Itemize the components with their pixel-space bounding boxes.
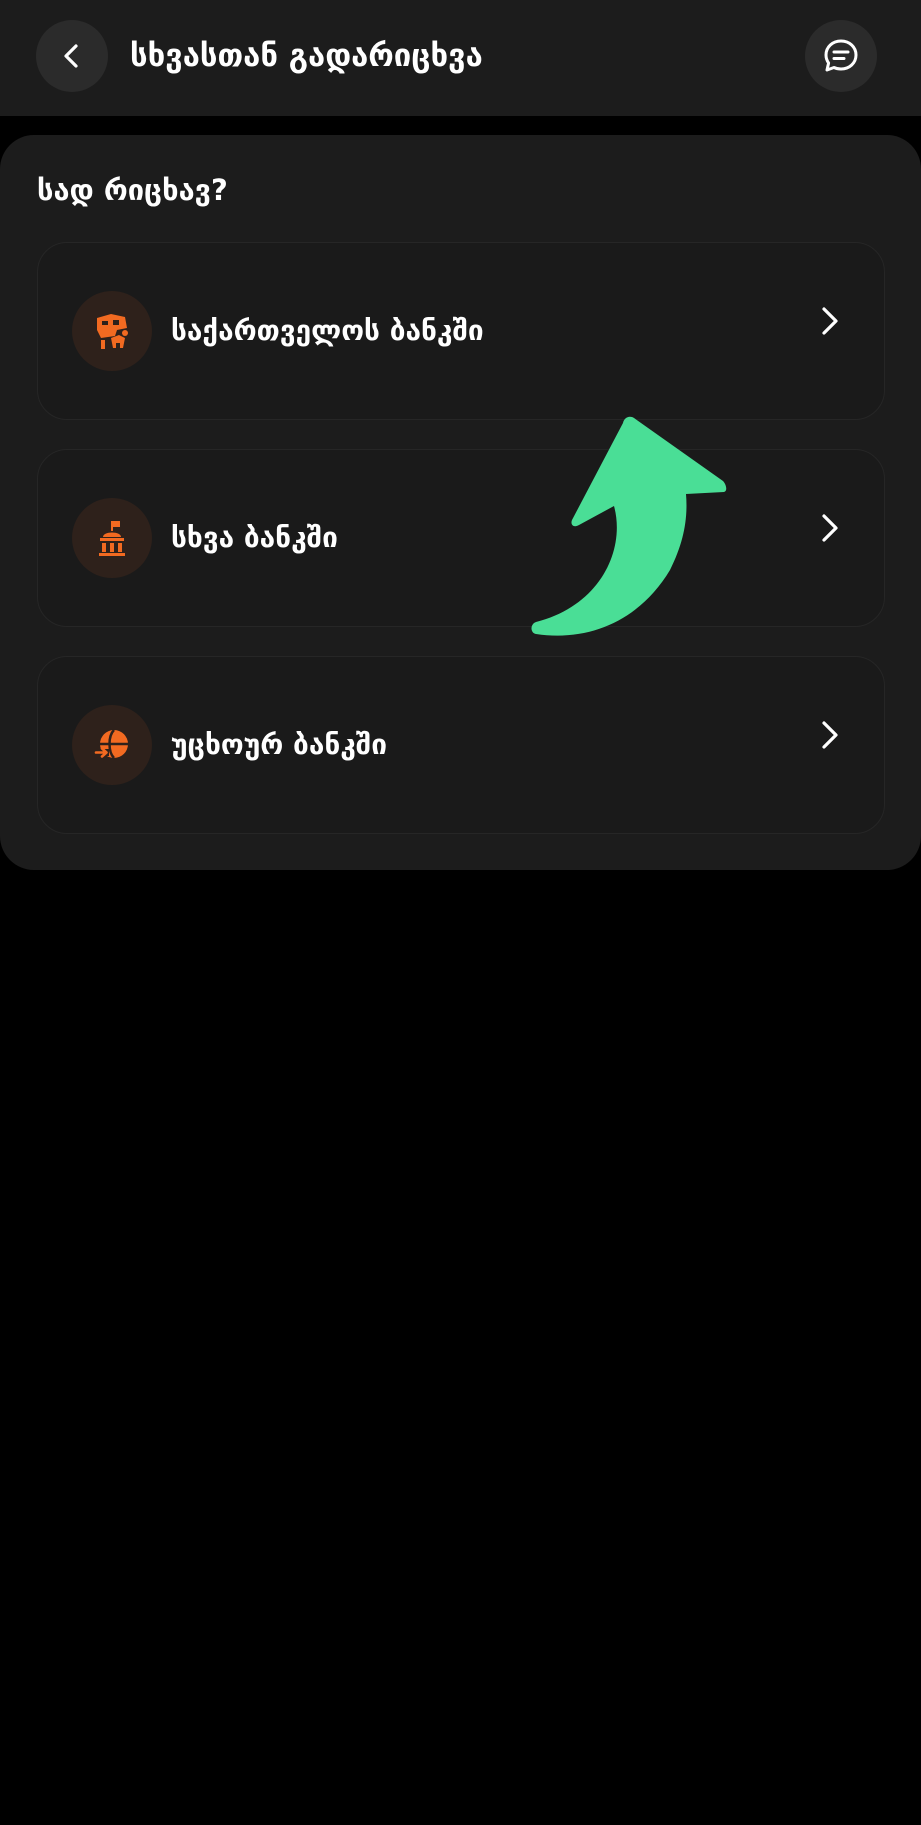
option-other-bank[interactable]: სხვა ბანკში <box>37 449 885 627</box>
other-bank-icon-wrap <box>72 498 152 578</box>
chat-button[interactable] <box>805 20 877 92</box>
chevron-right-icon <box>822 307 838 335</box>
curved-arrow-icon <box>531 416 727 636</box>
foreign-bank-globe-icon <box>94 729 128 759</box>
page-title: სხვასთან გადარიცხვა <box>130 38 483 74</box>
bank-of-georgia-icon-wrap <box>72 291 152 371</box>
back-button[interactable] <box>36 20 108 92</box>
chat-bubble-icon <box>824 39 858 72</box>
option-bank-of-georgia[interactable]: საქართველოს ბანკში <box>37 242 885 420</box>
option-foreign-bank[interactable]: უცხოურ ბანკში <box>37 656 885 834</box>
other-bank-icon <box>99 521 125 556</box>
section-heading: სად რიცხავ? <box>37 173 228 207</box>
chevron-right-icon <box>822 514 838 542</box>
option-label: უცხოურ ბანკში <box>171 728 388 761</box>
option-label: საქართველოს ბანკში <box>171 314 484 347</box>
bank-of-georgia-icon <box>97 314 128 349</box>
chevron-right-icon <box>822 721 838 749</box>
foreign-bank-icon-wrap <box>72 705 152 785</box>
chevron-left-icon <box>64 44 78 68</box>
option-label: სხვა ბანკში <box>171 521 338 554</box>
